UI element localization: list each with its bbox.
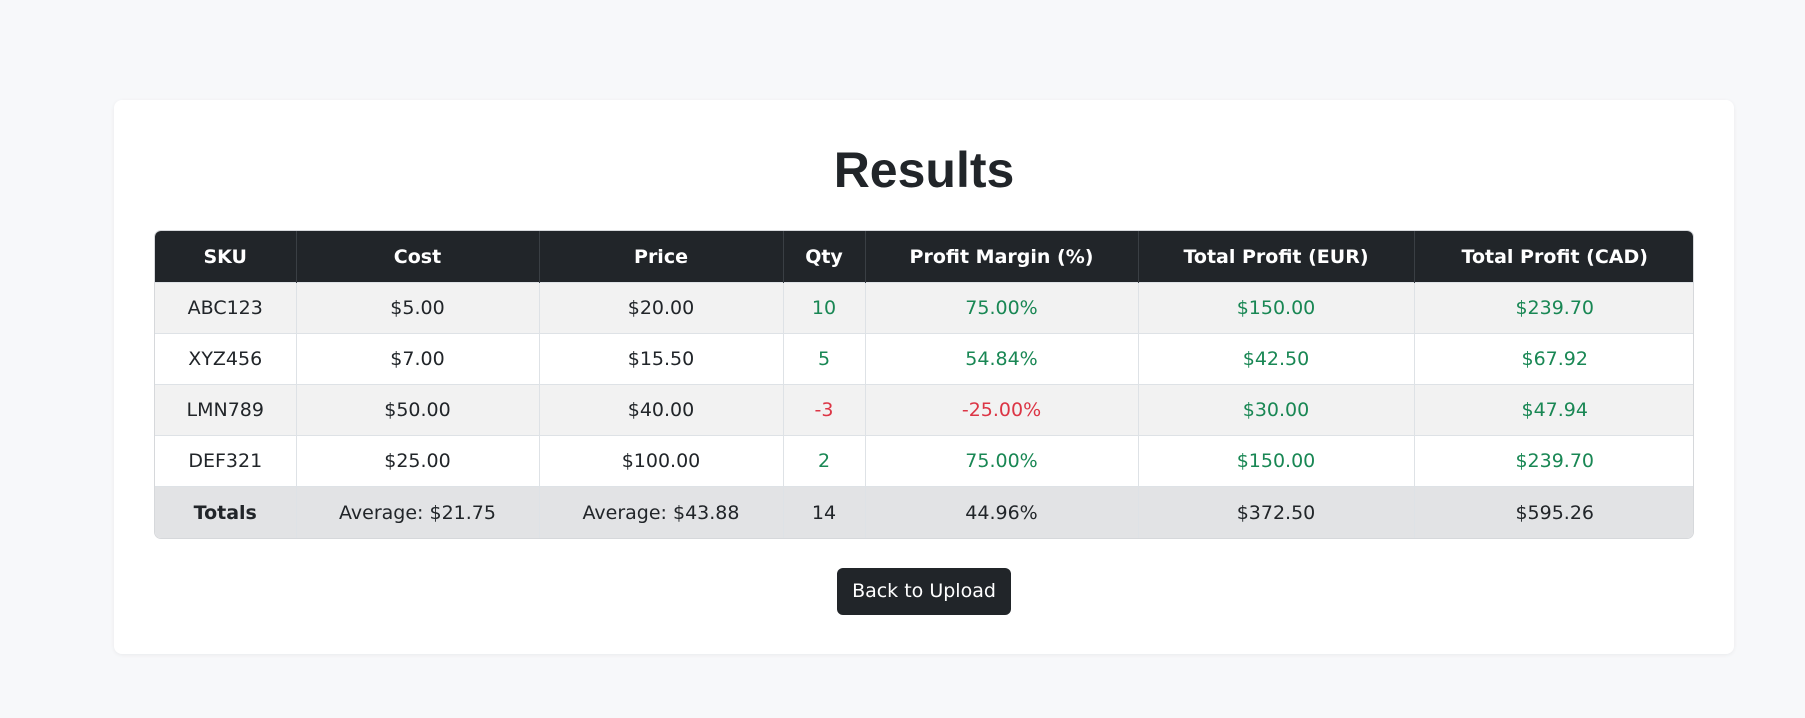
table-row: ABC123 $5.00 $20.00 10 75.00% $150.00 $2…	[155, 282, 1693, 334]
totals-cost: Average: $21.75	[295, 486, 539, 538]
cell-cost: $50.00	[295, 384, 539, 436]
column-header-profit-margin: Profit Margin (%)	[864, 231, 1138, 283]
column-header-price: Price	[538, 231, 783, 283]
cell-sku: ABC123	[155, 282, 296, 334]
cell-qty: -3	[782, 384, 865, 436]
results-card: Results SKU Cost Price Qty Profit Margin…	[114, 100, 1734, 654]
cell-profit-margin: 75.00%	[864, 282, 1138, 334]
totals-row: Totals Average: $21.75 Average: $43.88 1…	[155, 486, 1693, 538]
cell-profit-margin: -25.00%	[864, 384, 1138, 436]
cell-profit-margin: 54.84%	[864, 333, 1138, 385]
cell-total-profit-cad: $47.94	[1413, 384, 1693, 436]
cell-total-profit-eur: $30.00	[1137, 384, 1414, 436]
cell-sku: LMN789	[155, 384, 296, 436]
totals-profit-margin: 44.96%	[864, 486, 1138, 538]
results-table: SKU Cost Price Qty Profit Margin (%) Tot…	[155, 231, 1693, 538]
table-row: XYZ456 $7.00 $15.50 5 54.84% $42.50 $67.…	[155, 333, 1693, 385]
cell-profit-margin: 75.00%	[864, 435, 1138, 487]
table-header-row: SKU Cost Price Qty Profit Margin (%) Tot…	[155, 231, 1693, 283]
cell-total-profit-cad: $239.70	[1413, 282, 1693, 334]
cell-price: $20.00	[538, 282, 783, 334]
column-header-cost: Cost	[295, 231, 539, 283]
cell-qty: 2	[782, 435, 865, 487]
cell-price: $15.50	[538, 333, 783, 385]
actions-row: Back to Upload	[114, 568, 1734, 615]
cell-sku: XYZ456	[155, 333, 296, 385]
totals-label: Totals	[155, 486, 296, 538]
cell-cost: $25.00	[295, 435, 539, 487]
totals-profit-eur: $372.50	[1137, 486, 1414, 538]
cell-qty: 5	[782, 333, 865, 385]
totals-price: Average: $43.88	[538, 486, 783, 538]
cell-cost: $5.00	[295, 282, 539, 334]
cell-total-profit-cad: $239.70	[1413, 435, 1693, 487]
column-header-qty: Qty	[782, 231, 865, 283]
results-table-container: SKU Cost Price Qty Profit Margin (%) Tot…	[154, 230, 1694, 539]
table-row: DEF321 $25.00 $100.00 2 75.00% $150.00 $…	[155, 435, 1693, 487]
column-header-total-profit-eur: Total Profit (EUR)	[1137, 231, 1414, 283]
cell-total-profit-eur: $150.00	[1137, 435, 1414, 487]
cell-total-profit-eur: $150.00	[1137, 282, 1414, 334]
cell-cost: $7.00	[295, 333, 539, 385]
page-title: Results	[833, 142, 1015, 198]
totals-profit-cad: $595.26	[1413, 486, 1693, 538]
back-to-upload-button[interactable]: Back to Upload	[837, 568, 1011, 615]
cell-price: $40.00	[538, 384, 783, 436]
cell-qty: 10	[782, 282, 865, 334]
column-header-total-profit-cad: Total Profit (CAD)	[1413, 231, 1693, 283]
column-header-sku: SKU	[155, 231, 296, 283]
table-row: LMN789 $50.00 $40.00 -3 -25.00% $30.00 $…	[155, 384, 1693, 436]
cell-total-profit-cad: $67.92	[1413, 333, 1693, 385]
cell-price: $100.00	[538, 435, 783, 487]
totals-qty: 14	[782, 486, 865, 538]
cell-total-profit-eur: $42.50	[1137, 333, 1414, 385]
cell-sku: DEF321	[155, 435, 296, 487]
